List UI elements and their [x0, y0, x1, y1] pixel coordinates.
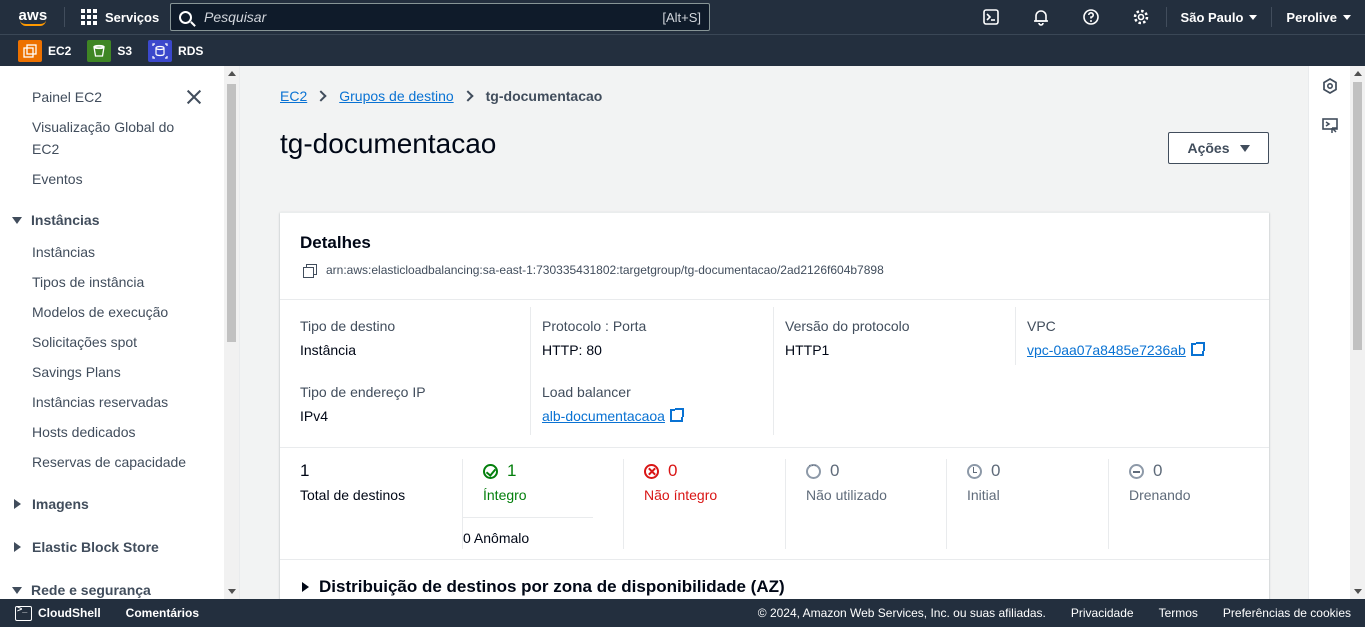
sidebar-item-ec2-dashboard[interactable]: Painel EC2 — [32, 86, 102, 108]
breadcrumb: EC2 Grupos de destino tg-documentacao — [280, 88, 602, 104]
close-icon[interactable] — [185, 88, 203, 106]
grid-icon — [81, 9, 97, 25]
details-container: Detalhes arn:aws:elasticloadbalancing:sa… — [280, 212, 1269, 599]
sidebar-section-images[interactable]: Imagens — [12, 496, 89, 512]
status-error-icon — [644, 463, 659, 479]
sidebar-item-instance-types[interactable]: Tipos de instância — [32, 271, 144, 293]
services-menu-button[interactable]: Serviços — [65, 9, 175, 25]
tools-rail — [1308, 66, 1350, 599]
copy-icon[interactable] — [303, 263, 317, 278]
aws-logo[interactable]: aws — [8, 0, 58, 34]
favorites-bar: EC2 S3 RDS — [0, 34, 1365, 66]
sidebar-scrollbar[interactable] — [224, 66, 239, 599]
footer-cloudshell-link[interactable]: CloudShell — [38, 606, 101, 620]
notifications-bell-icon[interactable] — [1016, 0, 1066, 34]
sidebar-section-ebs[interactable]: Elastic Block Store — [12, 539, 159, 555]
external-link-icon — [1190, 342, 1205, 356]
footer: CloudShell Comentários © 2024, Amazon We… — [0, 599, 1365, 627]
stat-healthy: 1 Íntegro — [483, 461, 527, 503]
cloudshell-icon[interactable] — [966, 0, 1016, 34]
vpc: VPC vpc-0aa07a8485e7236ab — [1027, 318, 1205, 358]
arn-value: arn:aws:elasticloadbalancing:sa-east-1:7… — [326, 263, 884, 277]
search-icon — [179, 10, 192, 24]
sidebar-item-instances[interactable]: Instâncias — [32, 241, 95, 263]
chevron-right-icon — [461, 90, 474, 102]
favorite-ec2[interactable]: EC2 — [18, 39, 71, 62]
load-balancer: Load balancer alb-documentacaoa — [542, 384, 684, 424]
top-navigation: aws Serviços [Alt+S] São Paulo Per — [0, 0, 1365, 34]
collapsed-caret-icon — [14, 542, 21, 552]
footer-privacy-link[interactable]: Privacidade — [1071, 606, 1134, 620]
status-draining-icon — [1129, 463, 1144, 479]
arn-row: arn:aws:elasticloadbalancing:sa-east-1:7… — [303, 263, 884, 278]
sidebar-item-dedicated-hosts[interactable]: Hosts dedicados — [32, 421, 136, 443]
rds-database-icon — [148, 39, 173, 62]
az-distribution-expander[interactable]: Distribuição de destinos por zona de dis… — [302, 577, 785, 597]
sidebar-item-events[interactable]: Eventos — [32, 168, 83, 190]
ip-address-type: Tipo de endereço IP IPv4 — [300, 384, 426, 424]
main-content: EC2 Grupos de destino tg-documentacao tg… — [241, 66, 1308, 599]
sidebar-item-savings-plans[interactable]: Savings Plans — [32, 361, 121, 383]
breadcrumb-current: tg-documentacao — [485, 88, 603, 104]
sidebar-item-global-view-cont[interactable]: EC2 — [32, 138, 59, 160]
sidebar-item-reserved-instances[interactable]: Instâncias reservadas — [32, 391, 168, 413]
target-type: Tipo de destino Instância — [300, 318, 396, 358]
page-title: tg-documentacao — [280, 128, 497, 159]
favorite-s3[interactable]: S3 — [87, 39, 132, 62]
expanded-caret-icon — [12, 586, 22, 594]
region-selector[interactable]: São Paulo — [1167, 10, 1272, 25]
main-scrollbar[interactable] — [1350, 66, 1365, 599]
stat-draining: 0 Drenando — [1129, 461, 1191, 503]
sidebar-section-instances[interactable]: Instâncias — [12, 212, 99, 228]
sidebar-scrollbar-thumb[interactable] — [227, 84, 236, 342]
vpc-link[interactable]: vpc-0aa07a8485e7236ab — [1027, 342, 1186, 358]
actions-dropdown-button[interactable]: Ações — [1168, 132, 1269, 164]
protocol-port: Protocolo : Porta HTTP: 80 — [542, 318, 647, 358]
sidebar-item-spot-requests[interactable]: Solicitações spot — [32, 331, 137, 353]
status-check-icon — [483, 463, 498, 479]
sidebar-item-capacity-reservations[interactable]: Reservas de capacidade — [32, 451, 186, 473]
collapsed-caret-icon — [14, 499, 21, 509]
footer-cookie-preferences-link[interactable]: Preferências de cookies — [1223, 606, 1351, 620]
collapsed-caret-icon — [302, 582, 309, 592]
account-menu[interactable]: Perolive — [1272, 10, 1365, 25]
ec2-service-icon — [18, 39, 42, 62]
details-heading: Detalhes — [300, 233, 371, 252]
stat-initial: 0 Initial — [967, 461, 1001, 503]
expanded-caret-icon — [12, 216, 22, 224]
stat-unhealthy: 0 Não íntegro — [644, 461, 718, 503]
breadcrumb-target-groups[interactable]: Grupos de destino — [339, 88, 453, 104]
load-balancer-link[interactable]: alb-documentacaoa — [542, 408, 665, 424]
footer-copyright: © 2024, Amazon Web Services, Inc. ou sua… — [757, 606, 1046, 620]
help-icon[interactable] — [1066, 0, 1116, 34]
caret-down-icon — [1249, 14, 1258, 20]
search-box[interactable]: [Alt+S] — [170, 3, 710, 31]
s3-bucket-icon — [87, 39, 112, 62]
caret-down-icon — [1343, 14, 1351, 20]
search-shortcut: [Alt+S] — [662, 9, 701, 25]
chevron-right-icon — [315, 90, 327, 102]
stat-anomalous: 0 Anômalo — [463, 517, 593, 546]
sidebar-item-global-view[interactable]: Visualização Global do — [32, 116, 174, 138]
info-panel-icon[interactable] — [1321, 77, 1339, 95]
settings-gear-icon[interactable] — [1116, 0, 1166, 34]
sidebar-section-network[interactable]: Rede e segurança — [12, 582, 151, 598]
side-navigation: Painel EC2 Visualização Global do EC2 Ev… — [0, 66, 240, 599]
stat-total-targets: 1 Total de destinos — [300, 461, 406, 503]
stat-unused: 0 Não utilizado — [806, 460, 887, 503]
external-link-icon — [669, 408, 684, 422]
caret-down-icon — [1239, 144, 1250, 152]
search-input[interactable] — [204, 9, 663, 25]
status-unused-icon — [806, 460, 821, 479]
cloudshell-icon — [15, 604, 32, 621]
status-clock-icon — [967, 463, 982, 479]
protocol-version: Versão do protocolo HTTP1 — [785, 318, 910, 358]
sidebar-item-launch-templates[interactable]: Modelos de execução — [32, 301, 168, 323]
footer-feedback-link[interactable]: Comentários — [126, 606, 199, 620]
main-scrollbar-thumb[interactable] — [1353, 82, 1362, 350]
favorite-rds[interactable]: RDS — [148, 39, 203, 62]
footer-terms-link[interactable]: Termos — [1159, 606, 1198, 620]
tutorial-panel-icon[interactable] — [1321, 117, 1339, 135]
breadcrumb-ec2[interactable]: EC2 — [280, 88, 307, 104]
